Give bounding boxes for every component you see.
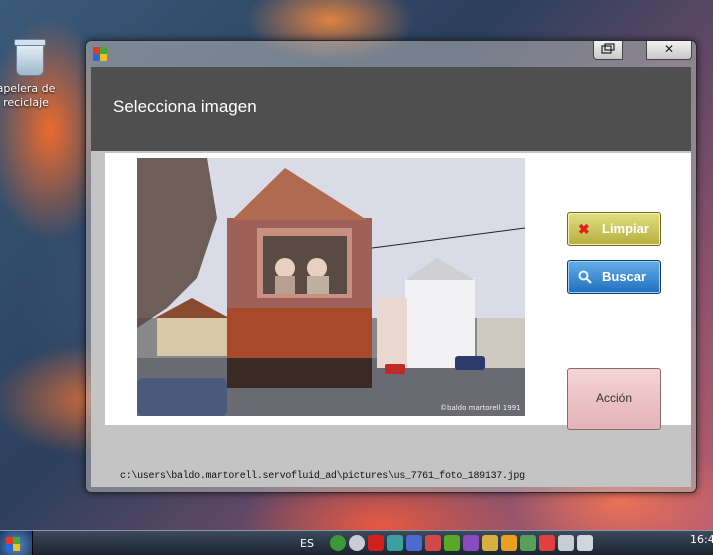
system-tray	[330, 535, 593, 551]
search-button[interactable]: Buscar	[567, 260, 661, 294]
recycle-bin-shortcut[interactable]: apelera de reciclaje	[0, 39, 60, 110]
title-bar[interactable]: ✕	[86, 41, 696, 67]
image-preview[interactable]: ©baldo martorell 1991	[137, 158, 525, 416]
clear-button-label: Limpiar	[602, 221, 649, 236]
action-button[interactable]: Acción	[567, 368, 661, 430]
clock[interactable]: 16:4	[690, 533, 713, 546]
recycle-bin-label-line2: reciclaje	[3, 96, 49, 109]
page-title: Selecciona imagen	[113, 97, 257, 116]
recycle-bin-icon	[14, 39, 46, 76]
action-button-label: Acción	[595, 391, 633, 405]
restore-icon	[601, 43, 615, 54]
recycle-bin-label: apelera de reciclaje	[0, 82, 60, 110]
taskbar: ES 16:4	[0, 530, 713, 555]
grid-icon[interactable]	[406, 535, 422, 551]
search-button-label: Buscar	[602, 269, 647, 284]
close-icon: ✕	[663, 42, 675, 56]
clear-button[interactable]: ✖ Limpiar	[567, 212, 661, 246]
nvidia-icon[interactable]	[444, 535, 460, 551]
language-indicator[interactable]: ES	[300, 537, 314, 550]
media-icon[interactable]	[463, 535, 479, 551]
app-tray-icon[interactable]	[520, 535, 536, 551]
network-icon[interactable]	[558, 535, 574, 551]
select-image-window: ✕ Selecciona imagen ©baldo martorell 199…	[85, 40, 697, 493]
network-tool-icon[interactable]	[387, 535, 403, 551]
outlook-icon[interactable]	[501, 535, 517, 551]
windows-logo-icon	[6, 537, 20, 551]
restore-button[interactable]	[593, 41, 623, 60]
paint-icon[interactable]	[425, 535, 441, 551]
flag-alert-icon[interactable]	[539, 535, 555, 551]
photo-illustration: ©baldo martorell 1991	[137, 158, 525, 416]
window-client-area: Selecciona imagen ©baldo martorell 1991 …	[91, 67, 691, 487]
close-button[interactable]: ✕	[646, 41, 692, 60]
acrobat-icon[interactable]	[368, 535, 384, 551]
shield-icon[interactable]	[330, 535, 346, 551]
search-tray-icon[interactable]	[349, 535, 365, 551]
recycle-bin-label-line1: apelera de	[0, 82, 56, 95]
clear-x-icon: ✖	[578, 221, 590, 237]
mail-icon[interactable]	[482, 535, 498, 551]
photo-watermark: ©baldo martorell 1991	[440, 404, 521, 412]
file-path-label: c:\users\baldo.martorell.servofluid_ad\p…	[120, 471, 525, 482]
header-bar: Selecciona imagen	[91, 67, 691, 151]
app-icon	[93, 47, 107, 61]
start-button[interactable]	[0, 531, 33, 555]
volume-icon[interactable]	[577, 535, 593, 551]
search-icon	[578, 270, 592, 284]
